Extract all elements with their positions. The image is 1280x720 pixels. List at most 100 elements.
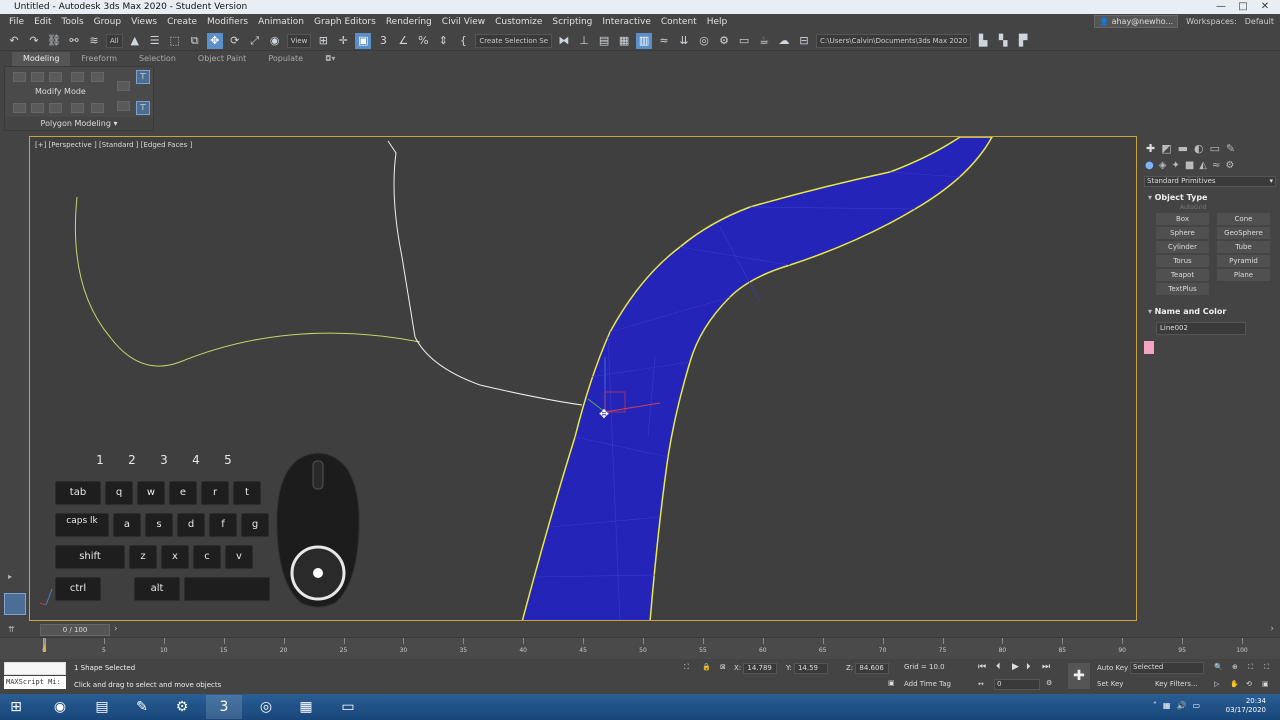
material-editor-icon[interactable]: ◎	[696, 33, 712, 49]
field-of-view-icon[interactable]: ▷	[1214, 680, 1219, 688]
pivot-center-icon[interactable]: ⊞	[315, 33, 331, 49]
zoom-icon[interactable]: 🔍	[1214, 663, 1223, 671]
a360-gallery-icon[interactable]: ⊟	[796, 33, 812, 49]
maximize-viewport-icon[interactable]: ▣	[1262, 680, 1269, 688]
tray-expand-icon[interactable]: ˄	[1153, 701, 1157, 710]
bind-space-warp-icon[interactable]: ≋	[86, 33, 102, 49]
key-mode-icon[interactable]: ↔	[978, 680, 984, 688]
play-icon[interactable]: ▶	[1012, 662, 1019, 672]
maximize-icon[interactable]: □	[1232, 0, 1254, 14]
set-key-icon[interactable]: ✚	[1068, 663, 1090, 689]
pyramid-button[interactable]: Pyramid	[1217, 255, 1270, 267]
collapse-stack-icon[interactable]	[71, 103, 84, 113]
open-folder-icon[interactable]: ▚	[995, 33, 1011, 49]
textplus-button[interactable]: TextPlus	[1156, 283, 1209, 295]
pan-view-icon[interactable]: ✋	[1230, 680, 1239, 688]
polygon-modeling-panel-label[interactable]: Polygon Modeling ▾	[5, 117, 153, 130]
display-tab-icon[interactable]: ▭	[1210, 142, 1220, 155]
space-warps-icon[interactable]: ≈	[1212, 160, 1220, 171]
select-object-icon[interactable]: ▲	[127, 33, 143, 49]
cylinder-button[interactable]: Cylinder	[1156, 241, 1209, 253]
paint-app-icon[interactable]: ✎	[124, 695, 160, 719]
unlink-icon[interactable]: ⚯	[66, 33, 82, 49]
menu-file[interactable]: File	[4, 17, 29, 27]
select-and-scale-icon[interactable]: ⤢	[247, 33, 263, 49]
edit-poly-modifier-icon[interactable]: ⊤	[136, 101, 150, 115]
go-to-end-icon[interactable]: ⏭	[1042, 662, 1050, 672]
tab-modeling[interactable]: Modeling	[12, 52, 71, 66]
menu-graph-editors[interactable]: Graph Editors	[309, 17, 381, 27]
primitive-category-dropdown[interactable]: Standard Primitives ▾	[1144, 176, 1276, 187]
generate-topology-icon[interactable]	[91, 103, 104, 113]
key-filter-selected-dropdown[interactable]: Selected	[1130, 662, 1204, 674]
tube-button[interactable]: Tube	[1217, 241, 1270, 253]
percent-snap-icon[interactable]: %	[415, 33, 431, 49]
angle-snap-icon[interactable]: ∠	[395, 33, 411, 49]
reference-coordinate-dropdown[interactable]: View	[286, 33, 312, 48]
expand-arrow-icon[interactable]: ▸	[8, 572, 12, 581]
render-production-icon[interactable]: ☕	[756, 33, 772, 49]
workspaces-dropdown[interactable]: Default	[1245, 17, 1274, 26]
render-setup-icon[interactable]: ⚙	[716, 33, 732, 49]
current-frame-field[interactable]: 0	[994, 679, 1040, 690]
named-selection-set-dropdown[interactable]: Create Selection Se	[475, 33, 553, 48]
polygon-icon[interactable]	[71, 72, 84, 82]
volume-icon[interactable]: 🔊	[1176, 701, 1186, 710]
menu-rendering[interactable]: Rendering	[381, 17, 437, 27]
absolute-mode-icon[interactable]: ⊠	[720, 663, 726, 671]
window-crossing-icon[interactable]: ⧉	[187, 33, 203, 49]
rectangular-selection-icon[interactable]: ⬚	[167, 33, 183, 49]
name-and-color-rollout[interactable]: Name and Color	[1144, 307, 1276, 316]
layer-explorer-icon[interactable]: ▦	[616, 33, 632, 49]
time-slider[interactable]: 0 / 100	[40, 624, 110, 636]
menu-edit[interactable]: Edit	[29, 17, 56, 27]
show-end-result-icon[interactable]	[117, 81, 130, 91]
maxscript-mini-listener[interactable]: MAXScript Mi:	[4, 676, 66, 689]
x-coordinate-field[interactable]: 14.789	[743, 663, 778, 674]
sphere-button[interactable]: Sphere	[1156, 227, 1209, 239]
next-modifier-icon[interactable]	[31, 103, 44, 113]
teapot-button[interactable]: Teapot	[1156, 269, 1209, 281]
object-type-rollout[interactable]: Object Type	[1144, 193, 1276, 202]
utilities-tab-icon[interactable]: ✎	[1226, 142, 1235, 155]
mirror-icon[interactable]: ⧓	[556, 33, 572, 49]
menu-content[interactable]: Content	[656, 17, 702, 27]
curve-editor-icon[interactable]: ≈	[656, 33, 672, 49]
undo-icon[interactable]: ↶	[6, 33, 22, 49]
menu-views[interactable]: Views	[126, 17, 162, 27]
3ds-max-taskbar-icon[interactable]: 3	[206, 695, 242, 719]
network-icon[interactable]: ▦	[1163, 701, 1171, 710]
object-name-field[interactable]: Line002	[1156, 322, 1246, 335]
menu-scripting[interactable]: Scripting	[547, 17, 597, 27]
box-button[interactable]: Box	[1156, 213, 1209, 225]
z-coordinate-field[interactable]: 84.606	[855, 663, 890, 674]
menu-customize[interactable]: Customize	[490, 17, 547, 27]
torus-button[interactable]: Torus	[1156, 255, 1209, 267]
spreadsheet-app-icon[interactable]: ▦	[288, 695, 324, 719]
preserve-uvs-icon[interactable]	[49, 103, 62, 113]
render-in-cloud-icon[interactable]: ☁	[776, 33, 792, 49]
y-coordinate-field[interactable]: 14.59	[793, 663, 828, 674]
rendered-frame-window-icon[interactable]: ▭	[736, 33, 752, 49]
keyboard-shortcut-override-icon[interactable]: ▣	[355, 32, 372, 49]
taskbar-clock[interactable]: 20:34 03/17/2020	[1226, 697, 1266, 715]
next-frame-icon[interactable]: ›	[114, 624, 118, 634]
tab-object-paint[interactable]: Object Paint	[187, 52, 257, 66]
systems-icon[interactable]: ⚙	[1225, 160, 1234, 171]
ribbon-options-icon[interactable]: ◘▾	[314, 52, 346, 66]
zoom-extents-icon[interactable]: ⛶	[1248, 663, 1253, 672]
user-account-dropdown[interactable]: 👤 ahay@newho...	[1094, 15, 1179, 28]
menu-group[interactable]: Group	[89, 17, 126, 27]
maxscript-listener-output[interactable]	[4, 662, 66, 675]
selection-filter-dropdown[interactable]: All	[106, 33, 123, 48]
edit-named-selection-icon[interactable]: {	[455, 33, 471, 49]
menu-tools[interactable]: Tools	[57, 17, 89, 27]
motion-tab-icon[interactable]: ◐	[1194, 142, 1204, 155]
edit-poly-icon[interactable]: ⊤	[136, 70, 150, 84]
menu-civil-view[interactable]: Civil View	[437, 17, 490, 27]
menu-create[interactable]: Create	[162, 17, 202, 27]
timeline-end-icon[interactable]: ›	[1270, 624, 1274, 634]
perspective-viewport[interactable]: [+] [Perspective ] [Standard ] [Edged Fa…	[29, 136, 1137, 621]
object-color-swatch[interactable]	[1144, 341, 1154, 354]
close-icon[interactable]: ✕	[1254, 0, 1276, 14]
